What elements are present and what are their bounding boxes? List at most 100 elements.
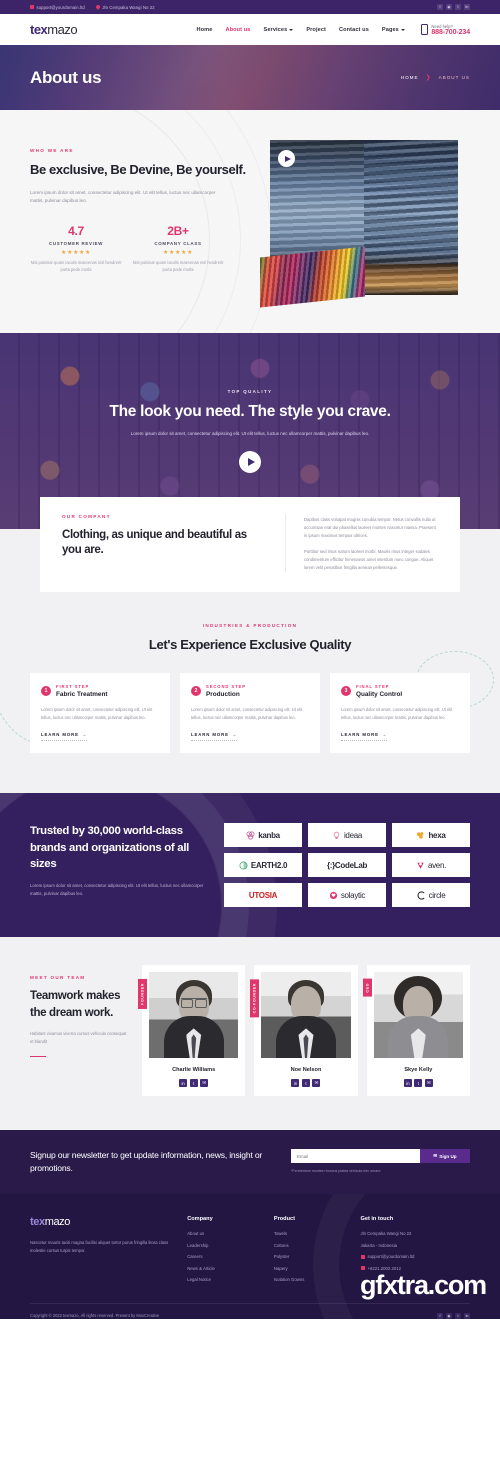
footer-link[interactable]: News & Article	[187, 1266, 256, 1271]
team-member-card: CEO Skye Kelly in t ✉	[362, 965, 470, 1097]
hexa-mark-icon	[417, 831, 424, 839]
twitter-icon[interactable]: t	[189, 1079, 198, 1088]
brand-logo-earth[interactable]: EARTH2.0	[224, 853, 302, 878]
linkedin-icon[interactable]: in	[291, 1079, 300, 1088]
member-photo	[373, 972, 463, 1059]
nav-item-services[interactable]: Services	[264, 27, 294, 33]
footer-link[interactable]: Towels	[274, 1231, 343, 1236]
footer-contact-address: Jln Cempaka Wangi No 22	[360, 1231, 412, 1237]
who-description: Lorem ipsum dolor sit amet, consectetur …	[30, 189, 216, 204]
breadcrumb-home[interactable]: HOME	[401, 75, 419, 80]
who-we-are-section: WHO WE ARE Be exclusive, Be Devine, Be y…	[0, 110, 500, 333]
topbar-email[interactable]: support@yourdomain.ltd	[30, 5, 85, 10]
mail-icon[interactable]: ✉	[424, 1079, 433, 1088]
linkedin-icon[interactable]: in	[464, 4, 470, 10]
facebook-icon[interactable]: f	[437, 4, 443, 10]
breadcrumb: HOME ❯ ABOUT US	[401, 74, 470, 81]
watermark-text: gfxtra.com	[359, 1269, 487, 1300]
nav-label: About us	[225, 26, 251, 33]
linkedin-icon[interactable]: in	[403, 1079, 412, 1088]
footer-link[interactable]: About us	[187, 1231, 256, 1236]
footer-link[interactable]: Legal Notice	[187, 1277, 256, 1282]
mail-icon[interactable]: ✉	[200, 1079, 209, 1088]
video-play-button[interactable]	[278, 150, 295, 167]
footer-contact-email[interactable]: support@yourdomain.ltd	[360, 1254, 470, 1259]
brand-logo-codelab[interactable]: {:}CodeLab	[308, 853, 386, 878]
brand-logo-aven[interactable]: aven.	[392, 853, 470, 878]
company-eyebrow: OUR COMPANY	[62, 514, 111, 519]
site-logo[interactable]: texmazo	[30, 22, 78, 37]
footer-contact-city: Jakarta - Indonesia	[360, 1242, 398, 1248]
newsletter-title: Signup our newsletter to get update info…	[30, 1150, 263, 1174]
brand-logo-circle[interactable]: circle	[392, 883, 470, 908]
topbar-address: Jln Cempaka Wangi No 22	[94, 4, 155, 10]
footer-link[interactable]: Careers	[187, 1254, 256, 1259]
brand-logo-kanba[interactable]: kanba	[224, 823, 302, 848]
instagram-icon[interactable]: ◉	[446, 1312, 452, 1319]
newsletter-signup-button[interactable]: ✉ Sign Up	[420, 1149, 470, 1164]
quality-title: The look you need. The style you crave.	[109, 402, 391, 420]
nav-item-contact-us[interactable]: Contact us	[339, 27, 369, 33]
footer-link[interactable]: Napery	[274, 1266, 343, 1271]
newsletter-email-input[interactable]	[291, 1149, 420, 1164]
quality-video-play-button[interactable]	[239, 451, 261, 474]
nav-menu: Home About us Services Project Contact u…	[197, 27, 405, 33]
linkedin-icon[interactable]: in	[179, 1079, 188, 1088]
breadcrumb-current: ABOUT US	[438, 75, 470, 80]
stat-company-class: 2B+ COMPANY CLASS ★★★★★ Nisi pulvinar qu…	[132, 224, 224, 273]
brand-logo-hexa[interactable]: hexa	[392, 823, 470, 848]
brand-name: circle	[428, 890, 446, 900]
linkedin-icon[interactable]: in	[464, 1312, 470, 1319]
facebook-icon[interactable]: f	[437, 1312, 443, 1319]
step-card-first: 1 FIRST STEP Fabric Treatment Lorem ipsu…	[30, 673, 170, 754]
stat-subtext: Nisi pulvinar quam iaculis maecenas nisl…	[132, 259, 224, 272]
brand-name: aven.	[427, 860, 447, 870]
topbar-address-text: Jln Cempaka Wangi No 22	[102, 4, 155, 10]
stat-label: CUSTOMER REVIEW	[48, 240, 104, 246]
company-paragraph-2: Porttitor sed risus rutrum laoreet morbi…	[304, 548, 434, 570]
lightbulb-icon	[333, 831, 340, 839]
mail-icon[interactable]: ✉	[312, 1079, 321, 1088]
brand-name: solaytic	[340, 890, 366, 900]
twitter-icon[interactable]: t	[414, 1079, 423, 1088]
step-title: Quality Control	[356, 690, 403, 698]
nav-item-home[interactable]: Home	[197, 27, 213, 33]
footer-link[interactable]: Polyster	[274, 1254, 343, 1259]
phone-icon	[420, 24, 428, 35]
chevron-right-icon: ❯	[425, 75, 432, 81]
footer-logo[interactable]: texmazo	[30, 1216, 169, 1228]
phone-number[interactable]: 888-700-234	[431, 29, 470, 36]
learn-more-link[interactable]: LEARN MORE →	[341, 732, 388, 741]
footer-link[interactable]: Cottons	[274, 1243, 343, 1248]
footer-about-text: Nascetur mauris taciti magna facilisi al…	[30, 1240, 169, 1254]
step-number-badge: 1	[41, 686, 51, 697]
nav-label: Contact us	[339, 26, 369, 33]
nav-call-box[interactable]: Need help? 888-700-234	[420, 24, 470, 36]
nav-item-pages[interactable]: Pages	[382, 27, 405, 33]
brand-logo-utosia[interactable]: UTOSIA	[224, 883, 302, 908]
arrow-right-icon: →	[81, 732, 88, 738]
footer-link[interactable]: Leadership	[187, 1243, 256, 1248]
team-member-card: CO-FOUNDER Noe Nelson in t ✉	[250, 965, 358, 1097]
nav-item-project[interactable]: Project	[306, 27, 326, 33]
twitter-icon[interactable]: t	[455, 1312, 461, 1319]
step-eyebrow: FIRST STEP	[56, 684, 90, 690]
learn-more-link[interactable]: LEARN MORE →	[191, 732, 238, 741]
instagram-icon[interactable]: ◉	[446, 4, 452, 10]
twitter-icon[interactable]: t	[455, 4, 461, 10]
nav-item-about-us[interactable]: About us	[225, 27, 250, 33]
newsletter-form: ✉Sign Up	[291, 1149, 470, 1164]
company-title: Clothing, as unique and beautiful as you…	[62, 529, 247, 556]
arrow-right-icon: →	[381, 732, 388, 738]
industries-eyebrow: INDUSTRIES & PRODUCTION	[202, 623, 298, 628]
learn-more-link[interactable]: LEARN MORE →	[41, 732, 88, 741]
who-title: Be exclusive, Be Devine, Be yourself.	[30, 162, 246, 177]
company-paragraph-1: Dapibus class volutpat magnis conubia te…	[304, 517, 436, 539]
footer-link[interactable]: Isolation Gowns	[274, 1277, 343, 1282]
nav-label: Services	[263, 26, 288, 33]
step-title: Production	[206, 690, 240, 698]
site-footer: texmazo Nascetur mauris taciti magna fac…	[0, 1194, 500, 1319]
brand-logo-ideaa[interactable]: ideaa	[308, 823, 386, 848]
twitter-icon[interactable]: t	[301, 1079, 310, 1088]
brand-logo-solaytic[interactable]: solaytic	[308, 883, 386, 908]
